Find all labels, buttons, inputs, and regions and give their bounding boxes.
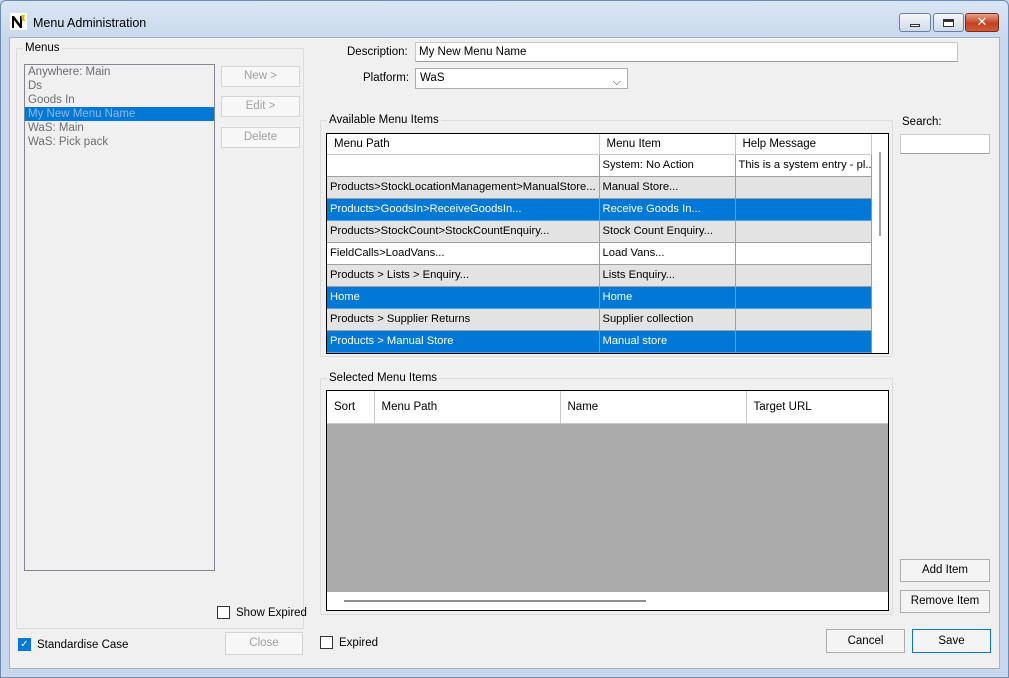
selected-menu-items-label: Selected Menu Items [329, 372, 438, 384]
table-cell-help [735, 242, 872, 265]
delete-menu-button[interactable]: Delete [221, 127, 300, 148]
minimize-button[interactable] [899, 13, 931, 32]
column-header-help-message[interactable]: Help Message [735, 134, 872, 155]
table-cell-path: Products > Supplier Returns [327, 308, 600, 331]
menu-list-item[interactable]: WaS: Pick pack [25, 135, 214, 149]
cancel-button[interactable]: Cancel [826, 629, 905, 653]
table-row[interactable]: Products>StockLocationManagement>ManualS… [327, 176, 872, 199]
table-row[interactable]: Products > Supplier Returns Supplier coll… [327, 308, 872, 331]
column-header-name[interactable]: Name [560, 391, 747, 424]
platform-select[interactable]: WaS ⌵ [415, 68, 628, 89]
search-label: Search: [902, 116, 942, 128]
menu-list-item[interactable]: Goods In [25, 93, 214, 107]
table-cell-help [735, 286, 872, 309]
close-button[interactable]: Close [225, 632, 303, 655]
close-window-button[interactable]: ✕ [965, 13, 999, 32]
table-cell-help [735, 198, 872, 221]
table-cell-item: Stock Count Enquiry... [599, 220, 736, 243]
menu-list-item[interactable]: Anywhere: Main [25, 65, 214, 79]
table-cell-help [735, 330, 872, 353]
table-cell-help [735, 176, 872, 199]
column-header-menu-item[interactable]: Menu Item [599, 134, 736, 155]
table-cell-path: Home [327, 286, 600, 309]
table-row[interactable]: Products > Manual Store Manual store [327, 330, 872, 353]
menu-list-item[interactable]: My New Menu Name [25, 107, 214, 121]
table-row[interactable]: System: No Action This is a system entry … [327, 154, 872, 177]
table-cell-path: Products>GoodsIn>ReceiveGoodsIn... [327, 198, 600, 221]
table-cell-path: Products > Lists > Enquiry... [327, 264, 600, 287]
table-row[interactable]: Products > Lists > Enquiry... Lists Enqui… [327, 264, 872, 287]
menu-administration-window: Menu Administration ✕ Menus Anywhere: Ma… [0, 0, 1009, 678]
table-cell-path [327, 154, 600, 177]
table-cell-path: Products>StockCount>StockCountEnquiry... [327, 220, 600, 243]
available-menu-items-label: Available Menu Items [329, 114, 439, 126]
title-bar[interactable]: Menu Administration ✕ [1, 1, 1008, 37]
expired-label: Expired [339, 636, 378, 649]
table-cell-item: Load Vans... [599, 242, 736, 265]
selected-menu-items-grid[interactable]: Sort Menu Path Name Target URL [326, 390, 889, 611]
standardise-case-label: Standardise Case [37, 638, 129, 651]
add-item-button[interactable]: Add Item [900, 559, 990, 582]
vertical-scroll-thumb[interactable] [879, 152, 881, 236]
maximize-button[interactable] [933, 13, 964, 32]
close-icon: ✕ [976, 15, 988, 30]
menu-list-item[interactable]: WaS: Main [25, 121, 214, 135]
table-row[interactable]: Home Home [327, 286, 872, 309]
table-cell-help: This is a system entry - pl... [735, 154, 872, 177]
table-row[interactable]: Products>GoodsIn>ReceiveGoodsIn... Receiv… [327, 198, 872, 221]
new-menu-button[interactable]: New > [221, 66, 300, 87]
table-cell-path: Products>StockLocationManagement>ManualS… [327, 176, 600, 199]
client-area: Menus Anywhere: Main Ds Goods In My New Men… [9, 37, 1000, 669]
save-button[interactable]: Save [912, 629, 991, 653]
show-expired-box[interactable] [217, 606, 230, 619]
table-row[interactable]: Products>StockCount>StockCountEnquiry...… [327, 220, 872, 243]
column-header-menu-path[interactable]: Menu Path [327, 134, 600, 155]
table-cell-help [735, 264, 872, 287]
table-cell-item: Lists Enquiry... [599, 264, 736, 287]
table-cell-item: System: No Action [599, 154, 736, 177]
available-grid-vertical-scrollbar[interactable] [872, 134, 888, 353]
table-cell-help [735, 220, 872, 243]
menus-group-label: Menus [25, 42, 60, 54]
platform-label: Platform: [363, 72, 410, 84]
edit-menu-button[interactable]: Edit > [221, 96, 300, 117]
horizontal-scroll-thumb[interactable] [344, 600, 646, 602]
show-expired-checkbox[interactable]: Show Expired [217, 606, 307, 619]
checkmark-icon[interactable]: ✓ [18, 638, 31, 651]
chevron-down-icon: ⌵ [612, 75, 621, 88]
column-header-sort[interactable]: Sort [327, 391, 375, 424]
remove-item-button[interactable]: Remove Item [900, 590, 990, 613]
platform-selected-value: WaS [420, 72, 445, 84]
show-expired-label: Show Expired [236, 606, 307, 619]
table-cell-path: Products > Manual Store [327, 330, 600, 353]
expired-box[interactable] [320, 636, 333, 649]
column-header-target-url[interactable]: Target URL [746, 391, 888, 424]
description-input[interactable]: My New Menu Name [415, 42, 958, 62]
menu-list-item[interactable]: Ds [25, 79, 214, 93]
column-header-menu-path[interactable]: Menu Path [374, 391, 561, 424]
window-title: Menu Administration [33, 16, 147, 30]
table-row[interactable]: FieldCalls>LoadVans... Load Vans... [327, 242, 872, 265]
description-label: Description: [347, 46, 408, 58]
table-cell-help [735, 308, 872, 331]
table-cell-item: Home [599, 286, 736, 309]
table-cell-item: Supplier collection [599, 308, 736, 331]
expired-checkbox[interactable]: Expired [320, 636, 378, 649]
search-input[interactable] [900, 134, 990, 154]
table-cell-path: FieldCalls>LoadVans... [327, 242, 600, 265]
app-logo-icon [10, 13, 27, 30]
table-cell-item: Manual Store... [599, 176, 736, 199]
available-menu-items-grid[interactable]: Menu Path Menu Item Help Message System:… [326, 133, 889, 354]
table-cell-item: Receive Goods In... [599, 198, 736, 221]
maximize-icon [943, 18, 954, 27]
menus-list[interactable]: Anywhere: Main Ds Goods In My New Menu Name… [24, 64, 215, 571]
selected-grid-horizontal-scrollbar[interactable] [327, 592, 888, 610]
minimize-icon [910, 24, 920, 27]
table-cell-item: Manual store [599, 330, 736, 353]
standardise-case-checkbox[interactable]: ✓ Standardise Case [18, 638, 128, 651]
